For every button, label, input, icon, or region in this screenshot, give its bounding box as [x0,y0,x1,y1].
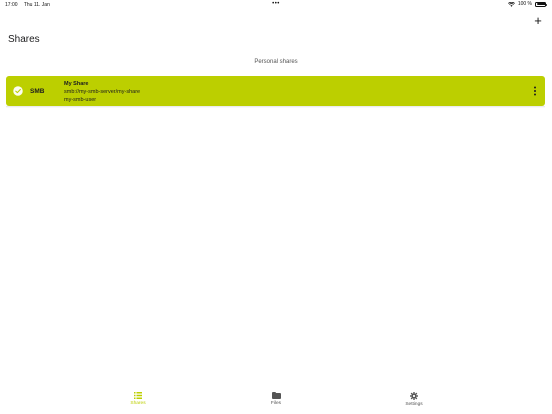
share-path: smb://my-smb-server/my-share [64,89,141,95]
share-info: My Share smb://my-smb-server/my-share my… [64,80,140,104]
tab-settings[interactable]: Settings [384,392,444,407]
tab-label: Shares [130,401,146,406]
row-divider [6,106,545,108]
status-left: 17:00 Thu 11. Jan [5,2,55,8]
add-share-button[interactable]: + [531,14,545,28]
battery-percent: 100 % [517,1,532,7]
folder-icon [271,392,281,399]
status-right: 100 % [507,1,547,7]
section-header: Personal shares [254,59,298,65]
tab-bar: Shares Files Settings [0,390,552,414]
multitasking-dots-icon[interactable]: ••• [272,1,280,7]
list-icon [134,392,142,399]
plus-icon: + [534,13,542,28]
status-bar: 17:00 Thu 11. Jan ••• 100 % [0,0,552,10]
share-name: My Share [64,81,89,87]
status-time: 17:00 [5,2,18,8]
tab-shares[interactable]: Shares [108,392,168,406]
checkmark-circle-icon [13,86,23,96]
wifi-icon [507,1,515,7]
more-vertical-icon[interactable] [533,86,537,96]
share-type: SMB [30,88,45,95]
page-title: Shares [8,34,40,45]
status-date: Thu 11. Jan [23,2,50,8]
tab-label: Files [270,401,282,406]
tab-label: Settings [405,402,423,407]
gear-icon [410,392,418,400]
battery-icon [535,1,547,7]
battery-fill [536,3,546,5]
share-user: my-smb-user [64,97,97,103]
tab-files[interactable]: Files [246,392,306,406]
share-row[interactable]: SMB My Share smb://my-smb-server/my-shar… [6,76,545,106]
